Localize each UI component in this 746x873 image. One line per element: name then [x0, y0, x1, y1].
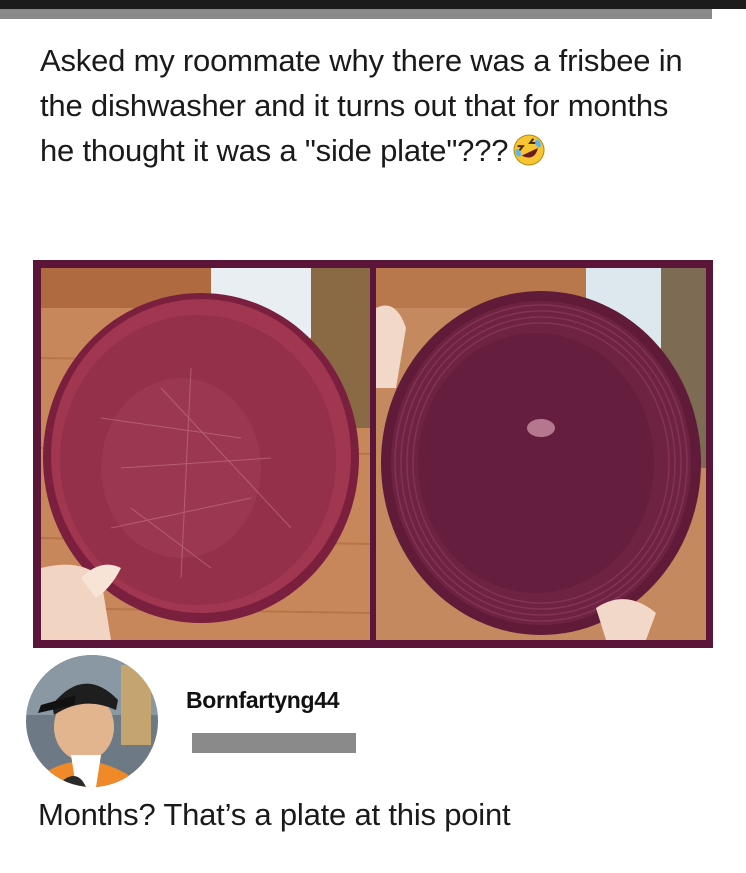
avatar[interactable]: [26, 655, 158, 787]
rolling-on-the-floor-laughing-icon: [512, 133, 546, 167]
frisbee-underside-icon: [376, 268, 706, 640]
avatar-icon: [26, 655, 158, 787]
top-dark-bar: [0, 0, 746, 9]
comment-text: Months? That’s a plate at this point: [38, 797, 511, 832]
photo-collage[interactable]: [33, 260, 713, 648]
comment-username[interactable]: Bornfartyng44: [186, 687, 340, 714]
frisbee-top-photo[interactable]: [41, 268, 370, 640]
post-caption-text: Asked my roommate why there was a frisbe…: [40, 43, 683, 168]
frisbee-top-view-icon: [41, 268, 370, 640]
top-bar-gap: [712, 9, 746, 19]
top-edge-bars: [0, 0, 746, 20]
top-grey-bar: [0, 9, 712, 19]
post-caption: Asked my roommate why there was a frisbe…: [40, 38, 690, 173]
frisbee-underside-photo[interactable]: [376, 268, 706, 640]
redacted-bar: [192, 733, 356, 753]
